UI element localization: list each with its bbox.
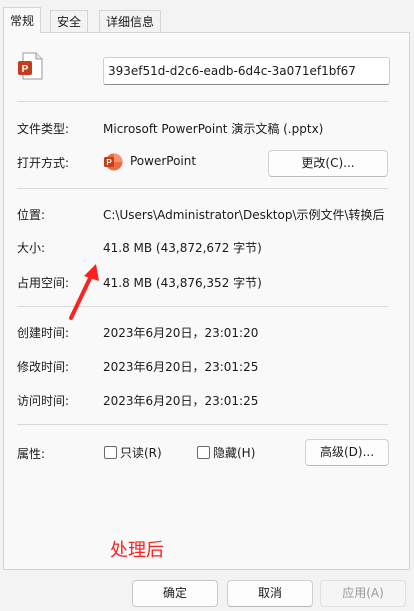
modified-label: 修改时间: xyxy=(17,360,70,374)
tab-bar: 安全 详细信息 常规 xyxy=(0,0,414,33)
file-name-input[interactable] xyxy=(103,57,390,85)
tab-general[interactable]: 常规 xyxy=(3,7,42,33)
tab-security[interactable]: 安全 xyxy=(50,10,89,32)
change-button[interactable]: 更改(C)... xyxy=(268,150,388,177)
ok-button[interactable]: 确定 xyxy=(132,580,218,607)
apply-button[interactable]: 应用(A) xyxy=(320,580,406,607)
accessed-label: 访问时间: xyxy=(17,394,70,408)
red-arrow-icon xyxy=(62,262,104,322)
cancel-button[interactable]: 取消 xyxy=(227,580,313,607)
separator xyxy=(17,424,388,425)
accessed-value: 2023年6月20日，23:01:25 xyxy=(103,394,259,408)
opens-with-label: 打开方式: xyxy=(17,156,70,170)
separator xyxy=(17,188,388,189)
checkbox-box[interactable] xyxy=(197,446,210,459)
hidden-checkbox[interactable]: 隐藏(H) xyxy=(197,445,255,461)
powerpoint-file-icon: P xyxy=(17,52,45,80)
svg-text:P: P xyxy=(106,158,112,167)
created-value: 2023年6月20日，23:01:20 xyxy=(103,326,259,340)
file-type-label: 文件类型: xyxy=(17,122,70,136)
size-value: 41.8 MB (43,872,672 字节) xyxy=(103,241,262,255)
checkbox-box[interactable] xyxy=(104,446,117,459)
size-on-disk-value: 41.8 MB (43,876,352 字节) xyxy=(103,276,262,290)
readonly-label: 只读(R) xyxy=(120,446,162,460)
advanced-button[interactable]: 高级(D)... xyxy=(305,439,389,466)
location-value: C:\Users\Administrator\Desktop\示例文件\转换后 xyxy=(103,208,385,222)
annotation-text: 处理后 xyxy=(110,540,164,561)
separator xyxy=(17,101,388,102)
created-label: 创建时间: xyxy=(17,326,70,340)
svg-text:P: P xyxy=(22,64,29,75)
modified-value: 2023年6月20日，23:01:25 xyxy=(103,360,259,374)
attributes-label: 属性: xyxy=(17,447,46,461)
location-label: 位置: xyxy=(17,208,46,222)
powerpoint-app-icon: P xyxy=(103,152,123,172)
hidden-label: 隐藏(H) xyxy=(213,446,256,460)
tab-details[interactable]: 详细信息 xyxy=(99,10,162,32)
file-type-value: Microsoft PowerPoint 演示文稿 (.pptx) xyxy=(103,122,324,136)
size-label: 大小: xyxy=(17,241,46,255)
readonly-checkbox[interactable]: 只读(R) xyxy=(104,445,162,461)
opens-with-app: PowerPoint xyxy=(130,154,197,168)
